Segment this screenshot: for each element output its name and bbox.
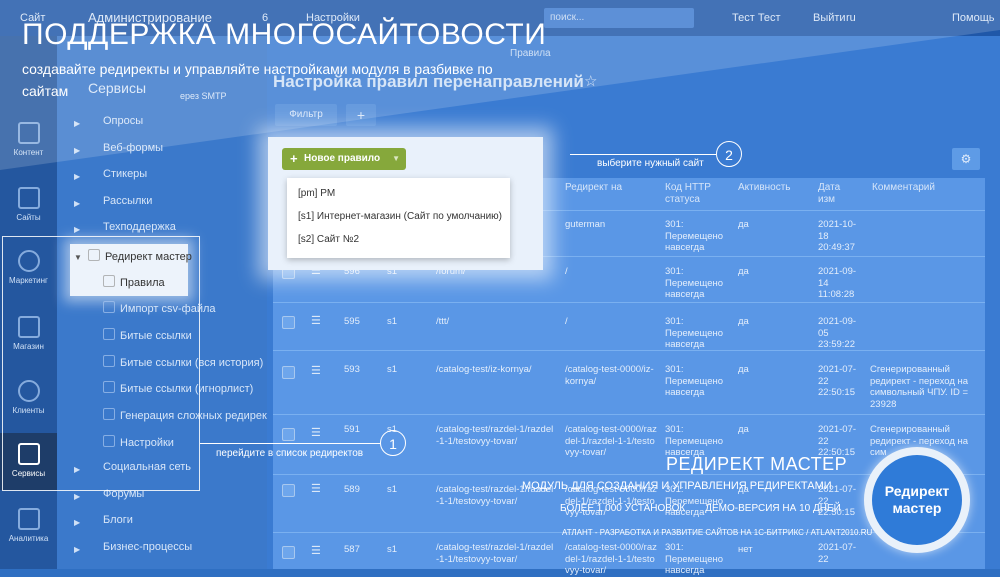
callout-number: 1 [380,430,406,456]
callout-number: 2 [716,141,742,167]
services-highlight-frame [2,236,200,491]
callout-line [200,443,380,444]
product-badge: Редирект мастер [864,447,970,553]
installs-text: БОЛЕЕ 1 000 УСТАНОВОК [560,503,686,514]
demo-text: ДЕМО-ВЕРСИЯ НА 10 ДНЕЙ [705,503,841,514]
promo-title: ПОДДЕРЖКА МНОГОСАЙТОВОСТИ [22,18,547,51]
product-title: РЕДИРЕКТ МАСТЕР [666,454,848,474]
product-installs: БОЛЕЕ 1 000 УСТАНОВОК ДЕМО-ВЕРСИЯ НА 10 Д… [560,503,841,514]
promo-footer: АТЛАНТ - РАЗРАБОТКА И РАЗВИТИЕ САЙТОВ НА… [562,528,873,537]
callout-text: выберите нужный сайт [597,158,704,169]
product-description: МОДУЛЬ ДЛЯ СОЗДАНИЯ И УПРАВЛЕНИЯ РЕДИРЕК… [522,480,832,492]
product-badge-label: Редирект мастер [872,455,962,545]
callout-line [570,154,716,155]
promo-subtitle: создавайте редиректы и управляйте настро… [22,61,493,99]
callout-text: перейдите в список редиректов [216,448,364,459]
